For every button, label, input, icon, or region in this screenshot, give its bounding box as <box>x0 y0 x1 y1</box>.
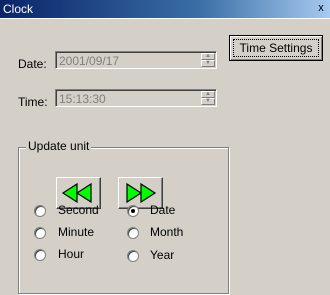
time-settings-button[interactable]: Time Settings <box>229 35 323 61</box>
update-unit-legend: Update unit <box>26 139 92 153</box>
radio-year[interactable] <box>127 250 139 262</box>
radio-hour-label: Hour <box>58 247 85 261</box>
time-spinner[interactable]: ▲ ▼ <box>201 91 215 105</box>
time-value: 15:13:30 <box>59 92 106 106</box>
radio-hour[interactable] <box>34 249 46 261</box>
time-spin-down[interactable]: ▼ <box>201 98 215 105</box>
radio-second-label: Second <box>58 203 99 217</box>
dialog-body: Date: 2001/09/17 ▲ ▼ Time: 15:13:30 ▲ ▼ … <box>0 18 330 295</box>
radio-minute[interactable] <box>34 227 46 239</box>
radio-minute-label: Minute <box>58 225 95 239</box>
window-title: Clock <box>3 2 34 16</box>
title-bar: Clock x <box>0 0 330 18</box>
date-spinner[interactable]: ▲ ▼ <box>201 53 215 67</box>
radio-year-label: Year <box>150 248 175 262</box>
radio-second[interactable] <box>34 205 46 217</box>
radio-month[interactable] <box>127 227 139 239</box>
radio-date[interactable] <box>127 205 139 217</box>
time-spin-up[interactable]: ▲ <box>201 91 215 98</box>
date-spin-up[interactable]: ▲ <box>201 53 215 60</box>
time-field[interactable]: 15:13:30 ▲ ▼ <box>55 89 217 107</box>
time-label: Time: <box>18 95 48 109</box>
date-value: 2001/09/17 <box>59 54 120 68</box>
time-settings-label: Time Settings <box>233 39 319 57</box>
date-field[interactable]: 2001/09/17 ▲ ▼ <box>55 51 217 69</box>
date-label: Date: <box>18 57 47 71</box>
date-spin-down[interactable]: ▼ <box>201 60 215 67</box>
update-unit-group <box>18 147 229 294</box>
radio-date-label: Date <box>150 203 176 217</box>
close-button[interactable]: x <box>314 2 328 15</box>
radio-month-label: Month <box>150 225 184 239</box>
